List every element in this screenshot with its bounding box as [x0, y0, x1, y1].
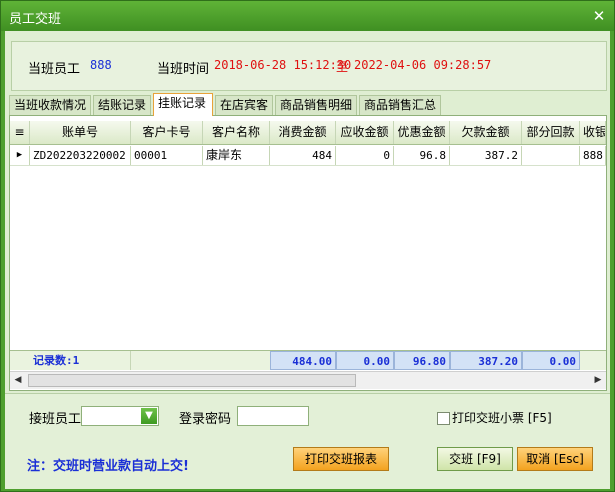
column-header-customer-name[interactable]: 客户名称 [203, 121, 270, 144]
tab-credit-records[interactable]: 挂账记录 [153, 93, 213, 116]
cell-consumption[interactable]: 484 [270, 146, 336, 165]
cell-partial-repayment[interactable] [522, 146, 580, 165]
handover-panel: 接班员工 ▼ 登录密码 打印交班小票 [F5] 注：交班时营业款自动上交! 打印… [5, 393, 610, 489]
password-label: 登录密码 [179, 412, 232, 427]
shift-end-time: 2022-04-06 09:28:57 [354, 58, 492, 72]
cell-card-no[interactable]: 00001 [131, 146, 203, 165]
total-arrears: 387.20 [450, 351, 522, 370]
tab-shift-receipts[interactable]: 当班收款情况 [9, 95, 91, 115]
handover-staff-select[interactable]: ▼ [81, 406, 159, 426]
column-header-card-no[interactable]: 客户卡号 [131, 121, 203, 144]
grid-footer: 记录数:1 484.00 0.00 96.80 387.20 0.00 [10, 350, 606, 370]
tab-checkout-records[interactable]: 结账记录 [93, 95, 151, 115]
total-partial-repayment: 0.00 [522, 351, 580, 370]
password-input[interactable] [237, 406, 309, 426]
shift-start-time: 2018-06-28 15:12:30 [214, 58, 352, 72]
scroll-right-icon[interactable]: ▶ [590, 372, 606, 389]
shift-time-label: 当班时间 [157, 62, 210, 77]
cell-arrears[interactable]: 387.2 [450, 146, 522, 165]
chevron-down-icon[interactable]: ▼ [141, 408, 157, 424]
grid-header: ≡ 账单号 客户卡号 客户名称 消费金额 应收金额 优惠金额 欠款金额 部分回款… [10, 121, 606, 145]
record-count: 记录数:1 [30, 351, 131, 370]
window-content: 当班员工 888 当班时间 2018-06-28 15:12:30 至 2022… [5, 31, 610, 489]
cancel-button[interactable]: 取消 [Esc] [517, 447, 593, 471]
credit-records-grid: ≡ 账单号 客户卡号 客户名称 消费金额 应收金额 优惠金额 欠款金额 部分回款… [9, 115, 607, 391]
print-report-button[interactable]: 打印交班报表 [293, 447, 389, 471]
total-consumption: 484.00 [270, 351, 336, 370]
scrollbar-thumb[interactable] [28, 374, 356, 387]
table-row[interactable]: ▶ ZD202203220002 00001 康岸东 484 0 96.8 38… [10, 146, 606, 166]
window-title: 员工交班 [9, 12, 62, 27]
shift-time-separator: 至 [336, 60, 349, 74]
shift-info-panel: 当班员工 888 当班时间 2018-06-28 15:12:30 至 2022… [11, 41, 607, 91]
column-header-receivable[interactable]: 应收金额 [336, 121, 394, 144]
confirm-handover-button[interactable]: 交班 [F9] [437, 447, 513, 471]
column-header-cashier[interactable]: 收银 [580, 121, 606, 144]
cell-discount[interactable]: 96.8 [394, 146, 450, 165]
column-header-discount[interactable]: 优惠金额 [394, 121, 450, 144]
column-header-bill-no[interactable]: 账单号 [30, 121, 131, 144]
column-chooser-icon[interactable]: ≡ [10, 121, 30, 144]
horizontal-scrollbar[interactable]: ◀ ▶ [10, 371, 606, 389]
print-ticket-checkbox[interactable] [437, 412, 450, 425]
handover-note: 注：交班时营业款自动上交! [27, 459, 189, 474]
total-discount: 96.80 [394, 351, 450, 370]
cell-bill-no[interactable]: ZD202203220002 [30, 146, 131, 165]
print-ticket-label: 打印交班小票 [F5] [452, 411, 552, 425]
total-receivable: 0.00 [336, 351, 394, 370]
cell-receivable[interactable]: 0 [336, 146, 394, 165]
shift-handover-window: 员工交班 ✕ 当班员工 888 当班时间 2018-06-28 15:12:30… [0, 0, 615, 492]
close-icon[interactable]: ✕ [590, 7, 608, 25]
cell-cashier[interactable]: 888 [580, 146, 606, 165]
staff-label: 当班员工 [28, 62, 81, 77]
column-header-arrears[interactable]: 欠款金额 [450, 121, 522, 144]
tab-goods-sales-summary[interactable]: 商品销售汇总 [359, 95, 441, 115]
tab-in-house-guests[interactable]: 在店宾客 [215, 95, 273, 115]
title-bar: 员工交班 ✕ [1, 1, 614, 31]
column-header-consumption[interactable]: 消费金额 [270, 121, 336, 144]
row-indicator-icon: ▶ [10, 146, 30, 165]
scroll-left-icon[interactable]: ◀ [10, 372, 26, 389]
column-header-partial-repayment[interactable]: 部分回款 [522, 121, 580, 144]
cell-customer-name[interactable]: 康岸东 [203, 146, 270, 165]
tab-goods-sales-detail[interactable]: 商品销售明细 [275, 95, 357, 115]
handover-staff-label: 接班员工 [29, 412, 82, 427]
staff-value: 888 [90, 58, 112, 72]
